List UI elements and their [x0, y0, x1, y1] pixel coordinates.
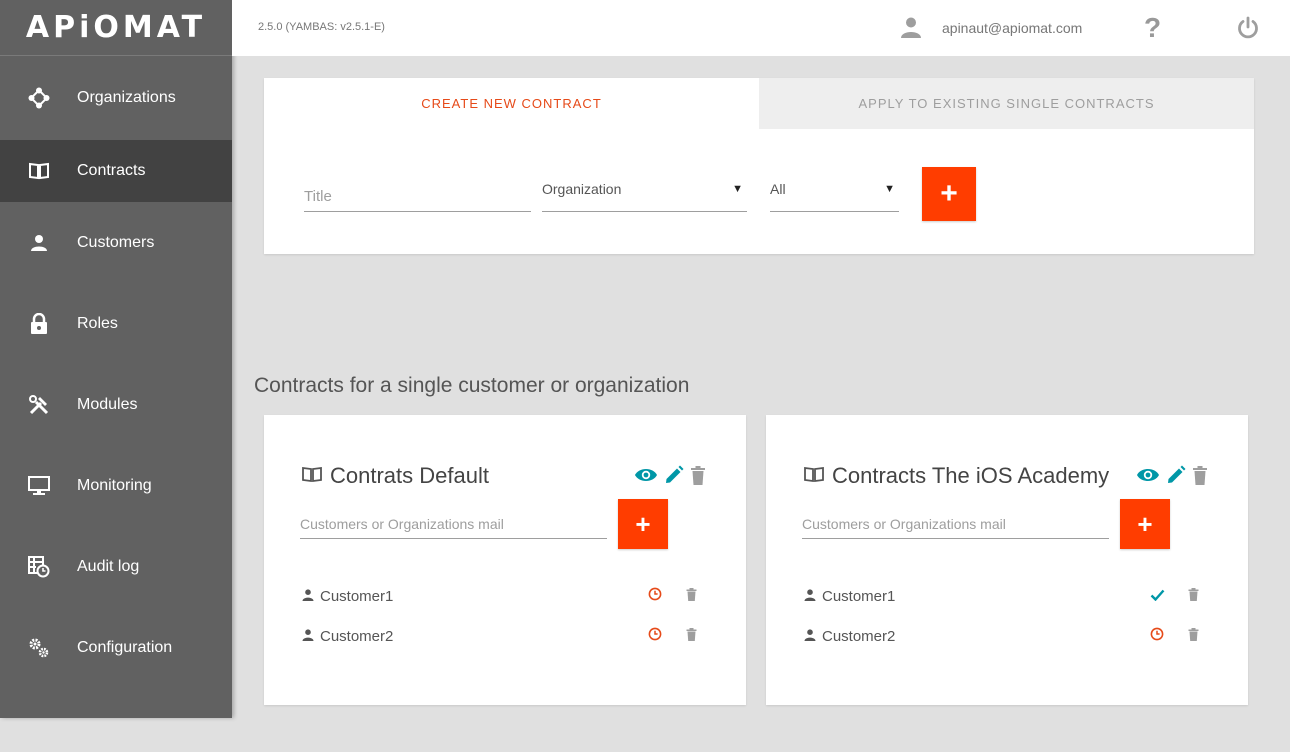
- trash-icon[interactable]: [1188, 627, 1199, 645]
- sidebar-item-audit-log[interactable]: Audit log: [0, 526, 232, 607]
- tools-icon: [28, 394, 50, 416]
- book-icon: [28, 160, 50, 182]
- pencil-icon[interactable]: [664, 465, 684, 490]
- logo-bar: APiOMAT: [0, 0, 232, 56]
- organization-select-value: Organization: [542, 181, 622, 197]
- contract-card-title: Contracts The iOS Academy: [804, 463, 1109, 489]
- scope-select-value: All: [770, 181, 786, 197]
- sidebar: APiOMAT Organizations Contracts Customer…: [0, 0, 232, 718]
- title-input[interactable]: [304, 184, 531, 205]
- sidebar-item-organizations[interactable]: Organizations: [0, 56, 232, 140]
- sidebar-item-label: Modules: [77, 395, 138, 413]
- top-header: 2.5.0 (YAMBAS: v2.5.1-E) apinaut@apiomat…: [232, 0, 1290, 56]
- mail-field: [802, 511, 1109, 539]
- sidebar-item-contracts[interactable]: Contracts: [0, 140, 232, 202]
- customer-row: Customer1: [804, 586, 1204, 606]
- person-icon: [302, 628, 314, 645]
- customer-row: Customer2: [804, 626, 1204, 646]
- trash-icon[interactable]: [690, 465, 706, 490]
- person-icon: [302, 588, 314, 605]
- sidebar-item-label: Audit log: [77, 557, 140, 575]
- trash-icon[interactable]: [686, 587, 697, 605]
- sidebar-item-label: Monitoring: [77, 476, 152, 494]
- user-email[interactable]: apinaut@apiomat.com: [942, 20, 1082, 36]
- sidebar-item-modules[interactable]: Modules: [0, 364, 232, 445]
- trash-icon[interactable]: [686, 627, 697, 645]
- create-contract-button[interactable]: +: [922, 167, 976, 221]
- sidebar-item-label: Roles: [77, 314, 118, 332]
- contract-card-actions: [1136, 465, 1208, 490]
- user-icon[interactable]: [900, 16, 922, 43]
- help-icon[interactable]: ?: [1144, 12, 1161, 44]
- mail-field: [300, 511, 607, 539]
- contract-tabs: CREATE NEW CONTRACT APPLY TO EXISTING SI…: [264, 78, 1254, 129]
- sidebar-item-label: Contracts: [77, 162, 146, 179]
- contract-card: Contracts The iOS Academy + Customer1: [766, 415, 1248, 705]
- tab-apply-existing-contracts[interactable]: APPLY TO EXISTING SINGLE CONTRACTS: [759, 78, 1254, 129]
- sidebar-item-label: Organizations: [77, 89, 176, 106]
- power-icon[interactable]: [1236, 16, 1260, 45]
- section-title: Contracts for a single customer or organ…: [254, 374, 690, 397]
- clock-icon[interactable]: [648, 587, 662, 605]
- customer-mail-input[interactable]: [802, 511, 1109, 532]
- contract-card: Contrats Default + Customer1 Cu: [264, 415, 746, 705]
- contract-title-text: Contrats Default: [330, 463, 489, 488]
- customer-name: Customer1: [822, 587, 896, 605]
- sidebar-item-customers[interactable]: Customers: [0, 202, 232, 283]
- customer-row: Customer1: [302, 586, 702, 606]
- organizations-icon: [28, 87, 50, 109]
- add-customer-button[interactable]: +: [618, 499, 668, 549]
- customer-name: Customer2: [320, 627, 394, 645]
- plus-icon: +: [1137, 509, 1153, 539]
- pencil-icon[interactable]: [1166, 465, 1186, 490]
- contract-card-title: Contrats Default: [302, 463, 489, 489]
- trash-icon[interactable]: [1188, 587, 1199, 605]
- contract-card-actions: [634, 465, 706, 490]
- sidebar-item-label: Customers: [77, 233, 155, 251]
- customer-name: Customer1: [320, 587, 394, 605]
- version-label: 2.5.0 (YAMBAS: v2.5.1-E): [258, 21, 385, 33]
- scope-select[interactable]: All ▼: [770, 178, 899, 212]
- eye-icon[interactable]: [1136, 466, 1160, 489]
- book-icon: [302, 463, 322, 489]
- customer-mail-input[interactable]: [300, 511, 607, 532]
- sidebar-item-label: Configuration: [77, 638, 173, 656]
- caret-down-icon: ▼: [732, 183, 743, 195]
- clock-icon[interactable]: [1150, 627, 1164, 645]
- person-icon: [804, 628, 816, 645]
- add-customer-button[interactable]: +: [1120, 499, 1170, 549]
- customer-name: Customer2: [822, 627, 896, 645]
- sidebar-item-roles[interactable]: Roles: [0, 283, 232, 364]
- lock-icon: [28, 312, 50, 335]
- apiomat-logo[interactable]: APiOMAT: [26, 10, 206, 45]
- create-contract-panel: CREATE NEW CONTRACT APPLY TO EXISTING SI…: [264, 78, 1254, 254]
- tab-create-new-contract[interactable]: CREATE NEW CONTRACT: [264, 78, 759, 129]
- title-field: [304, 184, 531, 212]
- person-icon: [28, 232, 50, 254]
- sidebar-item-monitoring[interactable]: Monitoring: [0, 445, 232, 526]
- organization-select[interactable]: Organization ▼: [542, 178, 747, 212]
- sidebar-item-configuration[interactable]: Configuration: [0, 607, 232, 688]
- plus-icon: +: [635, 509, 651, 539]
- eye-icon[interactable]: [634, 466, 658, 489]
- check-icon[interactable]: [1150, 588, 1165, 605]
- caret-down-icon: ▼: [884, 183, 895, 195]
- customer-row: Customer2: [302, 626, 702, 646]
- contract-title-text: Contracts The iOS Academy: [832, 463, 1110, 488]
- book-icon: [804, 463, 824, 489]
- clock-icon[interactable]: [648, 627, 662, 645]
- person-icon: [804, 588, 816, 605]
- audit-log-icon: [28, 555, 50, 578]
- monitor-icon: [28, 475, 50, 497]
- trash-icon[interactable]: [1192, 465, 1208, 490]
- plus-icon: +: [940, 177, 958, 210]
- gears-icon: [28, 637, 50, 659]
